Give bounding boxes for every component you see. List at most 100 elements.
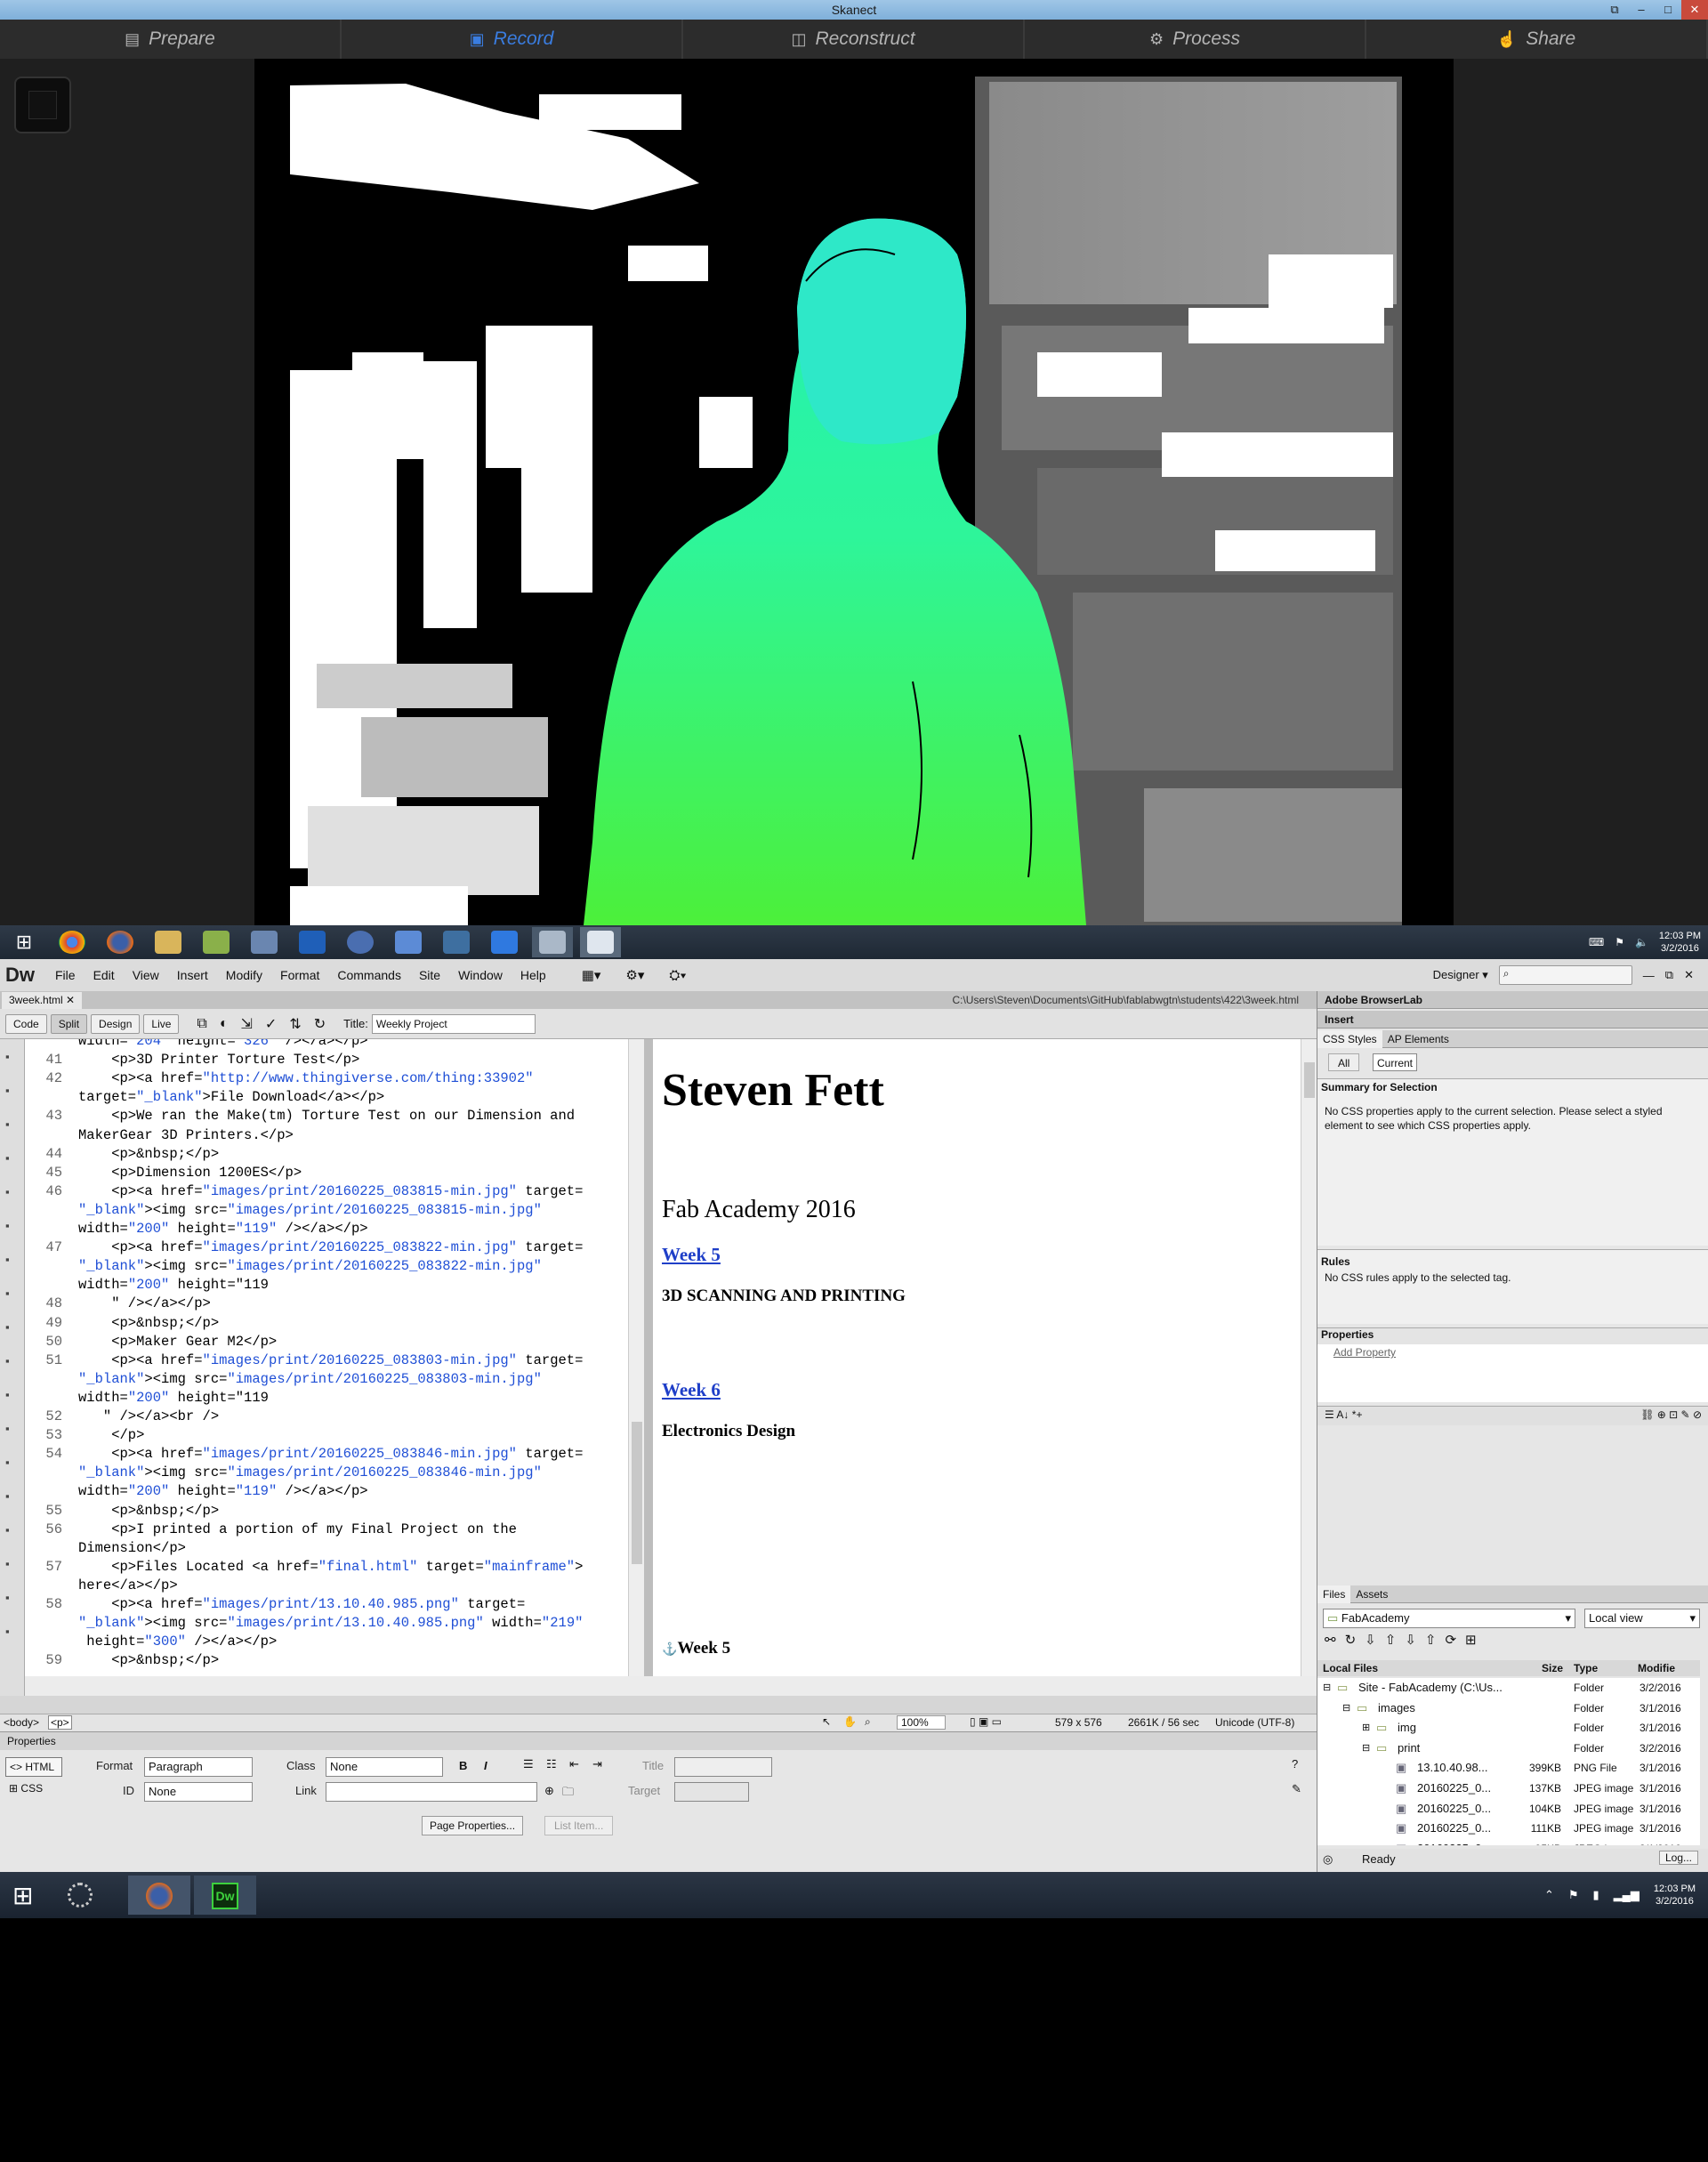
sync-icon[interactable]: ⟳	[1445, 1633, 1465, 1648]
menu-format[interactable]: Format	[271, 968, 328, 982]
indent-icon[interactable]: ⇥	[592, 1757, 602, 1771]
expand-all-icon[interactable]: ▪	[5, 1151, 10, 1165]
tab-files[interactable]: Files	[1317, 1585, 1351, 1603]
highlight-invalid-icon[interactable]: ▪	[5, 1287, 10, 1300]
flag-icon[interactable]: ⚑	[1568, 1888, 1579, 1902]
italic-button[interactable]: I	[484, 1759, 487, 1772]
expand-toggle-icon[interactable]: ⊞	[1362, 1718, 1370, 1738]
balance-braces-icon[interactable]: ▪	[5, 1219, 10, 1232]
col-size[interactable]: Size	[1542, 1660, 1563, 1676]
maximize-icon[interactable]: □	[1655, 0, 1681, 20]
preview-icon[interactable]: ◐	[220, 1016, 229, 1032]
minimize-icon[interactable]: –	[1628, 0, 1655, 20]
window-size[interactable]: 579 x 576	[1055, 1716, 1102, 1729]
category-view-icon[interactable]: ☰ A↓ *+	[1325, 1408, 1362, 1421]
file-row[interactable]: ▣ 13.10.40.98... 399KB PNG File 3/1/2016	[1317, 1758, 1691, 1779]
css-actions-icon[interactable]: ⛓ ⊕ ⊡ ✎ ⊘	[1640, 1408, 1702, 1421]
put-files-icon[interactable]: ⇧	[1385, 1633, 1406, 1648]
battery-icon[interactable]: ▮	[1593, 1888, 1599, 1902]
split-view-button[interactable]: Split	[50, 1013, 88, 1034]
help-icon[interactable]: ?	[1292, 1757, 1298, 1771]
file-row[interactable]: ⊟ ▭ print Folder 3/2/2016	[1317, 1738, 1691, 1759]
title-input[interactable]: Weekly Project	[371, 1013, 536, 1034]
tag-selector-body[interactable]: <body>	[4, 1716, 39, 1729]
clock[interactable]: 12:03 PM 3/2/2016	[1659, 930, 1701, 955]
close-icon[interactable]: ✕	[1684, 968, 1694, 982]
link-input[interactable]	[326, 1782, 537, 1802]
skanect-taskbar-icon[interactable]	[580, 927, 621, 957]
search-input[interactable]: ⌕	[1498, 965, 1632, 985]
current-button[interactable]: Current	[1373, 1053, 1418, 1071]
site-icon[interactable]: ⛭▾	[669, 968, 686, 983]
code-scrollbar[interactable]	[628, 1039, 644, 1696]
file-row[interactable]: ▣ 20160225_0... 137KB JPEG image 3/1/2016	[1317, 1779, 1691, 1799]
browserlab-panel-header[interactable]: Adobe BrowserLab	[1317, 991, 1708, 1009]
list-item-button[interactable]: List Item...	[544, 1816, 614, 1835]
document-tab[interactable]: 3week.html ✕	[2, 992, 83, 1009]
minimize-icon[interactable]: —	[1643, 969, 1655, 982]
recent-snippets-icon[interactable]: ▪	[5, 1489, 10, 1503]
split-divider[interactable]	[644, 1039, 653, 1696]
check-out-icon[interactable]: ⇩	[1405, 1633, 1425, 1648]
design-view[interactable]: Steven Fett Fab Academy 2016 Week 5 3D S…	[653, 1039, 1301, 1676]
step-process[interactable]: ⚙ Process	[1025, 20, 1366, 59]
expand-toggle-icon[interactable]: ⊟	[1362, 1738, 1370, 1758]
step-prepare[interactable]: ▤ Prepare	[0, 20, 342, 59]
app2-taskbar-icon[interactable]	[532, 927, 573, 957]
word-wrap-icon[interactable]: ▪	[5, 1320, 10, 1334]
volume-icon[interactable]: 🔈	[1635, 936, 1648, 948]
bold-button[interactable]: B	[459, 1759, 467, 1772]
menu-modify[interactable]: Modify	[217, 968, 271, 982]
menu-site[interactable]: Site	[410, 968, 449, 982]
menu-file[interactable]: File	[46, 968, 85, 982]
col-local-files[interactable]: Local Files	[1323, 1660, 1378, 1676]
outlook-taskbar-icon[interactable]	[292, 927, 333, 957]
unordered-list-icon[interactable]: ☰	[523, 1757, 534, 1771]
add-property-link[interactable]: Add Property	[1333, 1346, 1396, 1359]
windows-logo-icon[interactable]: ⊞	[12, 1881, 33, 1910]
wrap-tag-icon[interactable]: ▪	[5, 1456, 10, 1469]
close-tab-icon[interactable]: ✕	[66, 994, 75, 1006]
record-stop-button[interactable]	[14, 77, 71, 133]
workspace-switcher[interactable]: Designer ▾	[1433, 968, 1488, 982]
clock[interactable]: 12:03 PM 3/2/2016	[1654, 1883, 1696, 1908]
site-select[interactable]: ▭ FabAcademy ▾	[1323, 1609, 1575, 1628]
outdent-icon[interactable]: ⇤	[569, 1757, 579, 1771]
week5-link[interactable]: Week 5	[662, 1244, 721, 1266]
zoom-select[interactable]: 100%	[897, 1715, 946, 1730]
design-view-button[interactable]: Design	[91, 1013, 141, 1034]
file-row[interactable]: ▣ 20160225_0... 95KB JPEG image 3/1/2016	[1317, 1839, 1691, 1845]
chrome-taskbar-icon[interactable]	[52, 927, 93, 957]
window-size-icon[interactable]: ▯ ▣ ▭	[970, 1715, 1002, 1728]
target-select[interactable]	[674, 1782, 749, 1802]
chevron-up-icon[interactable]: ⌃	[1544, 1888, 1554, 1902]
week6-link[interactable]: Week 6	[662, 1379, 721, 1401]
refresh-icon[interactable]: ↻	[1345, 1633, 1366, 1648]
horizontal-scrollbar[interactable]	[25, 1676, 1317, 1696]
col-type[interactable]: Type	[1574, 1660, 1598, 1676]
tool-taskbar-icon[interactable]	[436, 927, 477, 957]
title-prop-input[interactable]	[674, 1757, 772, 1777]
menu-insert[interactable]: Insert	[168, 968, 217, 982]
scroll-thumb[interactable]	[632, 1422, 642, 1564]
dreamweaver-taskbar-button[interactable]: Dw	[194, 1876, 256, 1915]
validate-icon[interactable]: ✓	[265, 1015, 277, 1033]
syntax-error-icon[interactable]: ▪	[5, 1354, 10, 1367]
file-row[interactable]: ⊟ ▭ Site - FabAcademy (C:\Us... Folder 3/2/2…	[1317, 1678, 1691, 1698]
log-button[interactable]: Log...	[1658, 1851, 1698, 1865]
flag-icon[interactable]: ⚑	[1615, 936, 1624, 948]
all-button[interactable]: All	[1328, 1053, 1360, 1071]
restore-icon[interactable]: ⧉	[1601, 0, 1628, 20]
line-numbers-icon[interactable]: ▪	[5, 1253, 10, 1266]
live-view-button[interactable]: Live	[143, 1013, 180, 1034]
open-documents-icon[interactable]: ▪	[5, 1050, 10, 1063]
file-row[interactable]: ⊞ ▭ img Folder 3/1/2016	[1317, 1718, 1691, 1738]
tab-ap-elements[interactable]: AP Elements	[1382, 1030, 1454, 1048]
inspect-icon[interactable]: ⇲	[241, 1015, 253, 1033]
start-button[interactable]: ⊞	[4, 927, 44, 957]
browse-folder-icon[interactable]: 🗀	[562, 1784, 574, 1803]
file-row[interactable]: ⊟ ▭ images Folder 3/1/2016	[1317, 1698, 1691, 1719]
chat-taskbar-icon[interactable]	[388, 927, 429, 957]
insert-panel-header[interactable]: Insert	[1317, 1011, 1708, 1029]
point-to-file-icon[interactable]: ⊕	[544, 1784, 554, 1798]
